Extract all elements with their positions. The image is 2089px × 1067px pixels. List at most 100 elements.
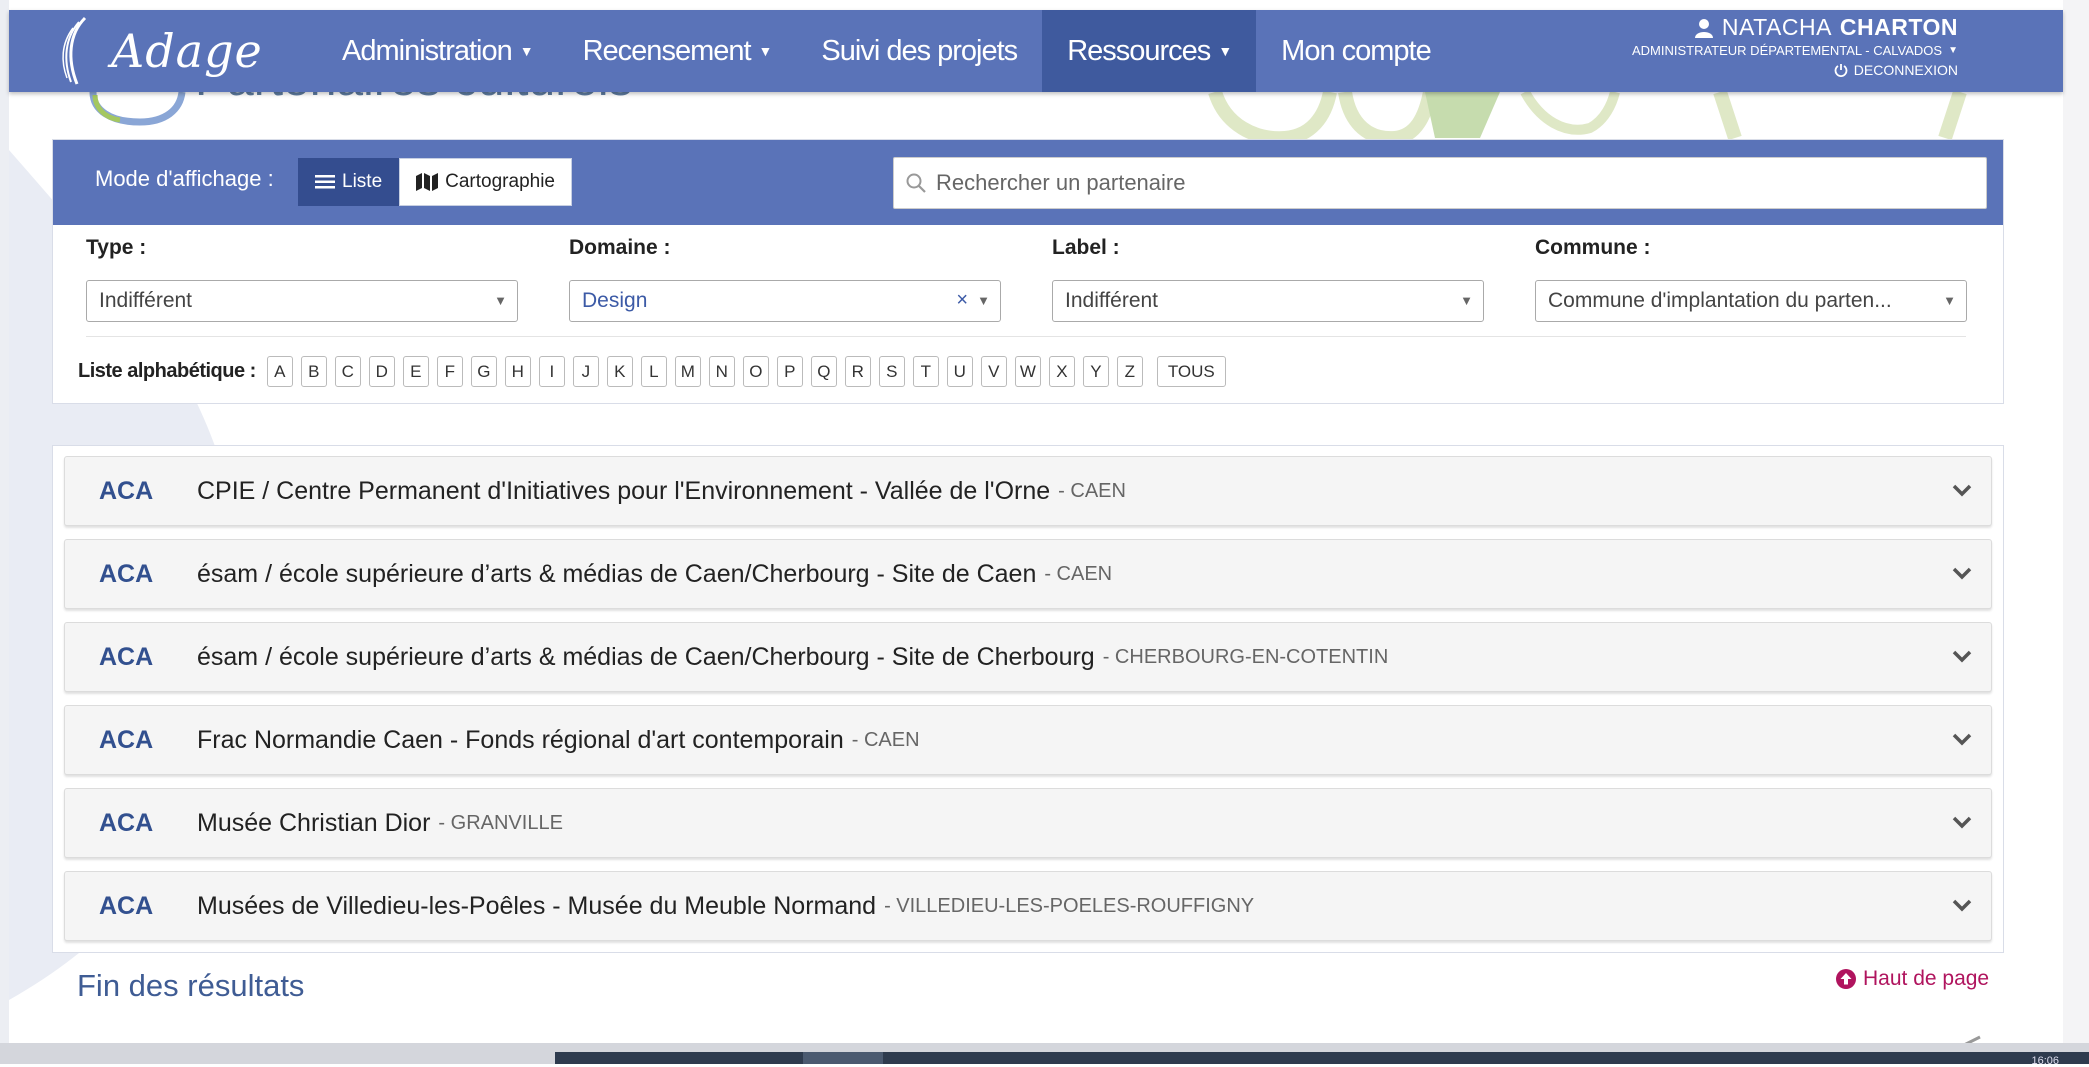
letter-button[interactable]: T <box>912 356 939 387</box>
letter-button[interactable]: Q <box>810 356 837 387</box>
nav-label: Administration <box>342 34 513 67</box>
back-to-top-link[interactable]: Haut de page <box>1835 967 1989 991</box>
letter-button[interactable]: H <box>504 356 531 387</box>
letter-button[interactable]: E <box>402 356 429 387</box>
nav-mon-compte[interactable]: Mon compte <box>1256 10 1456 92</box>
letter-button[interactable]: A <box>266 356 293 387</box>
mode-list-button[interactable]: Liste <box>298 158 400 206</box>
top-navbar: Adage Administration ▼ Recensement ▼ Sui… <box>9 10 2063 92</box>
taskbar-button[interactable] <box>803 1052 883 1064</box>
letter-button[interactable]: Z <box>1116 356 1143 387</box>
search-icon <box>906 173 926 193</box>
filter-commune-select[interactable]: Commune d'implantation du parten... ▼ <box>1535 280 1967 322</box>
letter-button[interactable]: D <box>368 356 395 387</box>
display-mode-bar: Mode d'affichage : Liste Cartographie <box>53 140 2003 225</box>
result-item[interactable]: ACA Frac Normandie Caen - Fonds régional… <box>64 705 1992 775</box>
window-right-edge <box>2063 0 2089 1064</box>
mode-map-label: Cartographie <box>445 171 555 192</box>
chevron-down-icon[interactable] <box>1949 726 1975 752</box>
back-to-top-label: Haut de page <box>1863 967 1990 990</box>
letter-button[interactable]: Y <box>1082 356 1109 387</box>
nav-ressources[interactable]: Ressources ▼ <box>1042 10 1257 92</box>
letter-button[interactable]: S <box>878 356 905 387</box>
chevron-down-icon[interactable] <box>1949 560 1975 586</box>
result-town: - GRANVILLE <box>438 811 563 834</box>
letter-button[interactable]: M <box>674 356 701 387</box>
power-icon <box>1834 64 1848 77</box>
user-first-name: NATACHA <box>1721 14 1832 40</box>
letter-button[interactable]: L <box>640 356 667 387</box>
nav-label: Suivi des projets <box>821 34 1018 67</box>
result-code: ACA <box>99 642 154 671</box>
result-item[interactable]: ACA Musées de Villedieu-les-Poêles - Mus… <box>64 871 1992 941</box>
letter-button[interactable]: O <box>742 356 769 387</box>
letter-all-button[interactable]: TOUS <box>1156 356 1226 387</box>
alphabetical-list: Liste alphabétique : ABCDEFGHIJKLMNOPQRS… <box>78 356 1234 387</box>
letter-button[interactable]: P <box>776 356 803 387</box>
letter-button[interactable]: N <box>708 356 735 387</box>
result-name: Musées de Villedieu-les-Poêles - Musée d… <box>197 891 877 920</box>
nav-recensement[interactable]: Recensement ▼ <box>558 10 797 92</box>
result-code: ACA <box>99 808 154 837</box>
letter-button[interactable]: G <box>470 356 497 387</box>
dropdown-arrow-icon: ▼ <box>494 293 507 308</box>
result-name: Frac Normandie Caen - Fonds régional d'a… <box>197 725 844 754</box>
nav-label: Recensement <box>582 34 752 67</box>
brand-logo[interactable]: Adage <box>59 14 263 88</box>
filter-type: Type : Indifférent ▼ <box>86 236 518 322</box>
caret-down-icon: ▼ <box>519 43 534 59</box>
chevron-down-icon[interactable] <box>1949 477 1975 503</box>
result-item[interactable]: ACA Musée Christian Dior - GRANVILLE <box>64 788 1992 858</box>
mode-map-button[interactable]: Cartographie <box>399 158 572 206</box>
result-town: - VILLEDIEU-LES-POELES-ROUFFIGNY <box>884 894 1255 917</box>
result-item[interactable]: ACA CPIE / Centre Permanent d'Initiative… <box>64 456 1992 526</box>
user-role-text: ADMINISTRATEUR DÉPARTEMENTAL - CALVADOS <box>1631 43 1943 58</box>
chevron-down-icon[interactable] <box>1949 809 1975 835</box>
letter-button[interactable]: J <box>572 356 599 387</box>
display-mode-label: Mode d'affichage : <box>95 166 274 191</box>
letter-button[interactable]: V <box>980 356 1007 387</box>
arrow-up-circle-icon <box>1836 969 1856 989</box>
filter-panel: Mode d'affichage : Liste Cartographie Re… <box>52 139 2004 404</box>
result-town: - CAEN <box>851 728 920 751</box>
mode-list-label: Liste <box>342 171 383 192</box>
result-code: ACA <box>99 559 154 588</box>
user-name: NATACHA CHARTON <box>1632 14 1958 41</box>
filter-type-value: Indifférent <box>99 289 193 312</box>
letter-button[interactable]: B <box>300 356 327 387</box>
dropdown-arrow-icon: ▼ <box>977 293 990 308</box>
filter-label-select[interactable]: Indifférent ▼ <box>1052 280 1484 322</box>
brand-name: Adage <box>111 24 263 78</box>
dropdown-arrow-icon: ▼ <box>1460 293 1473 308</box>
nav-suivi-des-projets[interactable]: Suivi des projets <box>796 10 1042 92</box>
user-menu[interactable]: NATACHA CHARTON ADMINISTRATEUR DÉPARTEME… <box>1632 14 1958 78</box>
taskbar-clock: 16:06 <box>2031 1055 2059 1067</box>
letter-button[interactable]: K <box>606 356 633 387</box>
letter-button[interactable]: I <box>538 356 565 387</box>
nav-administration[interactable]: Administration ▼ <box>317 10 558 92</box>
letter-button[interactable]: X <box>1048 356 1075 387</box>
letter-button[interactable]: R <box>844 356 871 387</box>
chevron-down-icon[interactable] <box>1949 643 1975 669</box>
main-menu: Administration ▼ Recensement ▼ Suivi des… <box>317 10 1456 92</box>
result-name: CPIE / Centre Permanent d'Initiatives po… <box>197 476 1051 505</box>
filter-domaine: Domaine : Design × ▼ <box>569 236 1001 322</box>
logout-link[interactable]: DECONNEXION <box>1632 62 1958 78</box>
nav-label: Mon compte <box>1281 34 1432 67</box>
caret-down-icon: ▼ <box>1948 45 1958 56</box>
filter-commune-value: Commune d'implantation du parten... <box>1548 289 1892 312</box>
letter-button[interactable]: U <box>946 356 973 387</box>
filter-divider <box>86 336 1966 337</box>
result-item[interactable]: ACA ésam / école supérieure d’arts & méd… <box>64 539 1992 609</box>
filter-domaine-value: Design <box>582 289 648 312</box>
chevron-down-icon[interactable] <box>1949 892 1975 918</box>
clear-selection-icon[interactable]: × <box>956 289 968 312</box>
filter-domaine-select[interactable]: Design × ▼ <box>569 280 1001 322</box>
result-name: ésam / école supérieure d’arts & médias … <box>197 559 1037 588</box>
letter-button[interactable]: W <box>1014 356 1041 387</box>
search-input[interactable] <box>934 169 1968 197</box>
letter-button[interactable]: F <box>436 356 463 387</box>
filter-type-select[interactable]: Indifférent ▼ <box>86 280 518 322</box>
result-item[interactable]: ACA ésam / école supérieure d’arts & méd… <box>64 622 1992 692</box>
letter-button[interactable]: C <box>334 356 361 387</box>
